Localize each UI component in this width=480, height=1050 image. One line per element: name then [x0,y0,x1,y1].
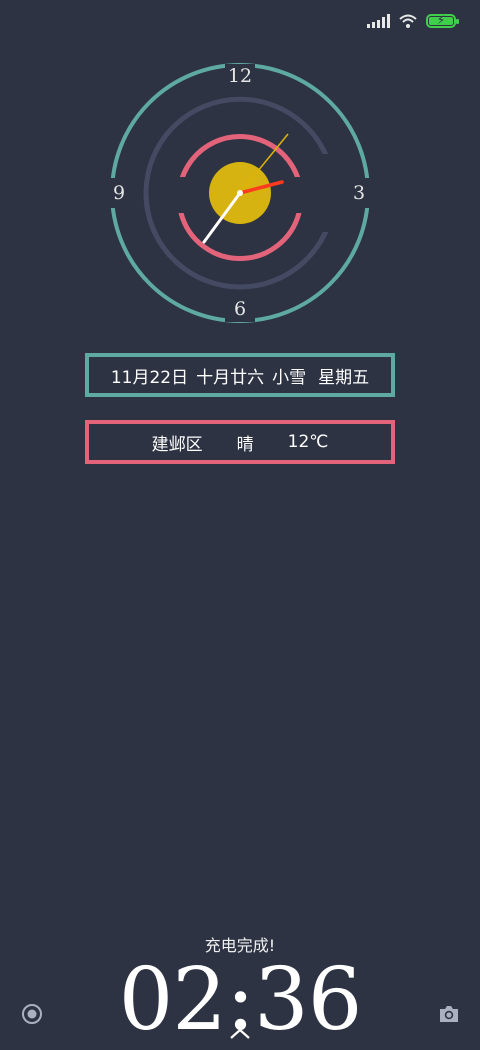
analog-clock-widget[interactable]: 12 3 6 9 [105,58,375,328]
wifi-icon [399,14,417,28]
date-widget[interactable]: 11月22日 十月廿六 小雪 星期五 [85,353,395,397]
weather-temperature: 12℃ [287,432,329,452]
date-text: 11月22日 [110,367,189,388]
signal-icon [367,14,390,28]
weather-widget[interactable]: 建邺区 晴 12℃ [85,420,395,464]
weekday: 星期五 [318,367,370,388]
record-icon[interactable] [20,1002,44,1026]
numeral-12: 12 [228,65,252,87]
weather-condition: 晴 [236,434,254,455]
numeral-3: 3 [353,182,365,204]
weather-district: 建邺区 [151,434,203,455]
battery-charging-icon: ⚡ [426,13,459,28]
lunar-date: 十月廿六 [196,367,265,388]
numeral-6: 6 [234,298,246,320]
numeral-9: 9 [113,182,125,204]
status-bar: ⚡ [367,10,459,32]
chevron-up-icon[interactable] [228,1026,252,1040]
camera-icon[interactable] [437,1002,461,1026]
solar-term: 小雪 [272,367,307,388]
